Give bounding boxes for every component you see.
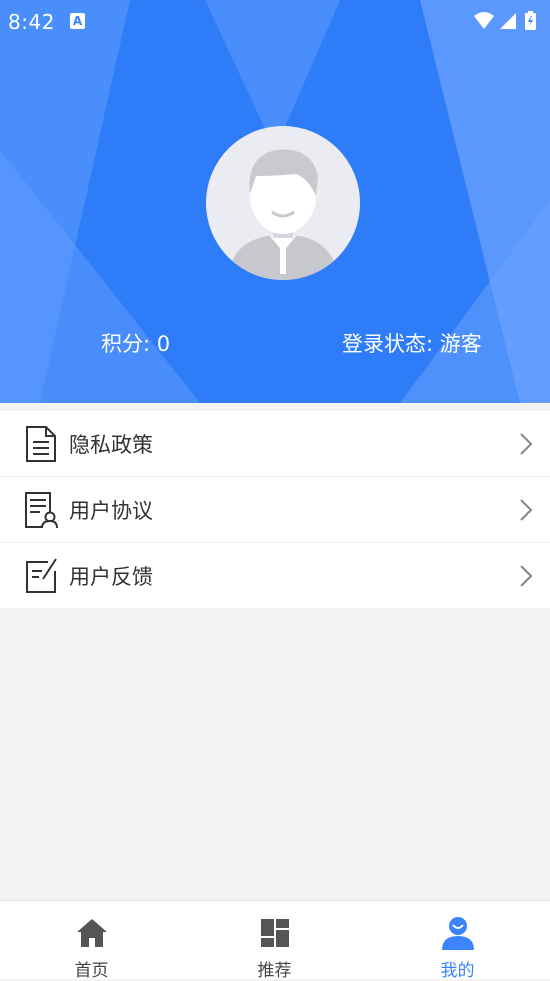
- home-icon: [76, 919, 107, 947]
- menu-item-user-agreement[interactable]: 用户协议: [0, 477, 550, 543]
- battery-icon: [525, 11, 536, 30]
- user-icon: [441, 917, 474, 950]
- document-icon: [26, 426, 56, 462]
- profile-header: 8:42 A 积分: 0 登录状态: 游客: [0, 0, 550, 403]
- chevron-right-icon: [520, 433, 533, 455]
- wifi-icon: [474, 12, 494, 29]
- signal-icon: [500, 13, 516, 29]
- tab-home[interactable]: 首页: [0, 901, 183, 981]
- user-avatar[interactable]: [206, 126, 360, 280]
- menu-item-label: 用户反馈: [69, 565, 153, 589]
- feedback-icon: [26, 558, 57, 593]
- login-status-label: 登录状态: 游客: [342, 332, 482, 356]
- agreement-icon: [25, 492, 58, 529]
- tab-mine[interactable]: 我的: [366, 901, 549, 981]
- status-bar: 8:42 A: [0, 0, 550, 44]
- settings-menu: 隐私政策 用户协议 用户反馈: [0, 411, 550, 608]
- menu-item-user-feedback[interactable]: 用户反馈: [0, 543, 550, 608]
- grid-icon: [260, 919, 289, 947]
- tab-label: 首页: [74, 961, 109, 981]
- menu-item-privacy-policy[interactable]: 隐私政策: [0, 411, 550, 477]
- menu-item-label: 隐私政策: [69, 433, 153, 457]
- points-label: 积分: 0: [101, 332, 171, 356]
- default-avatar-icon: [206, 126, 360, 280]
- status-time: 8:42: [8, 10, 55, 34]
- bottom-tab-bar: 首页 推荐 我的: [0, 900, 550, 981]
- tab-label: 我的: [440, 961, 475, 981]
- tab-label: 推荐: [257, 961, 292, 981]
- notification-a-icon: A: [70, 13, 85, 29]
- menu-item-label: 用户协议: [69, 499, 153, 523]
- system-icons: [474, 11, 536, 30]
- tab-recommend[interactable]: 推荐: [183, 901, 366, 981]
- chevron-right-icon: [520, 565, 533, 587]
- chevron-right-icon: [520, 499, 533, 521]
